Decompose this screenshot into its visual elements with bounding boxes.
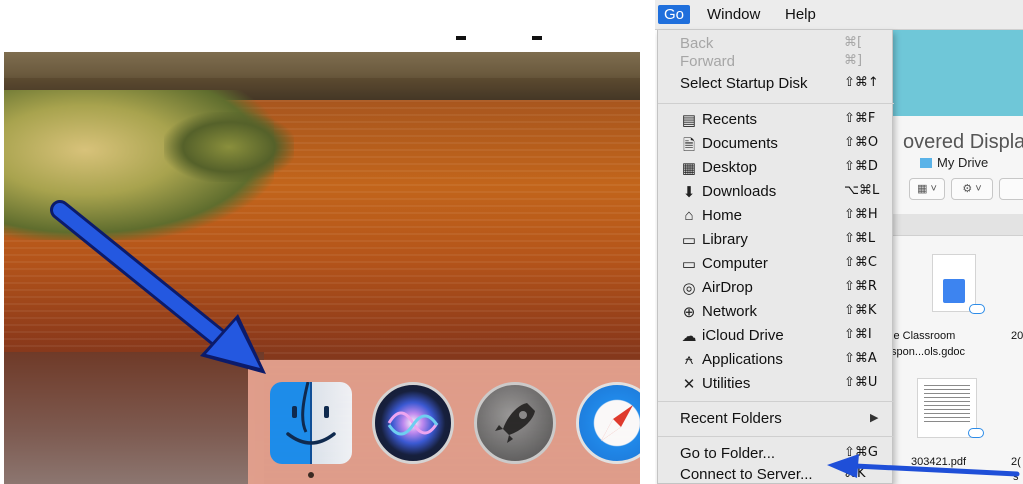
desktop-screenshot (4, 52, 640, 484)
go-menu-screenshot: overed Displa My Drive ▦ ˅ ⚙ ˅ Free Clas… (655, 0, 1023, 484)
annotation-arrow-to-connect-to-server (827, 454, 1020, 478)
text-fragment-marks (456, 36, 542, 40)
annotation-arrow-to-finder (50, 200, 266, 374)
